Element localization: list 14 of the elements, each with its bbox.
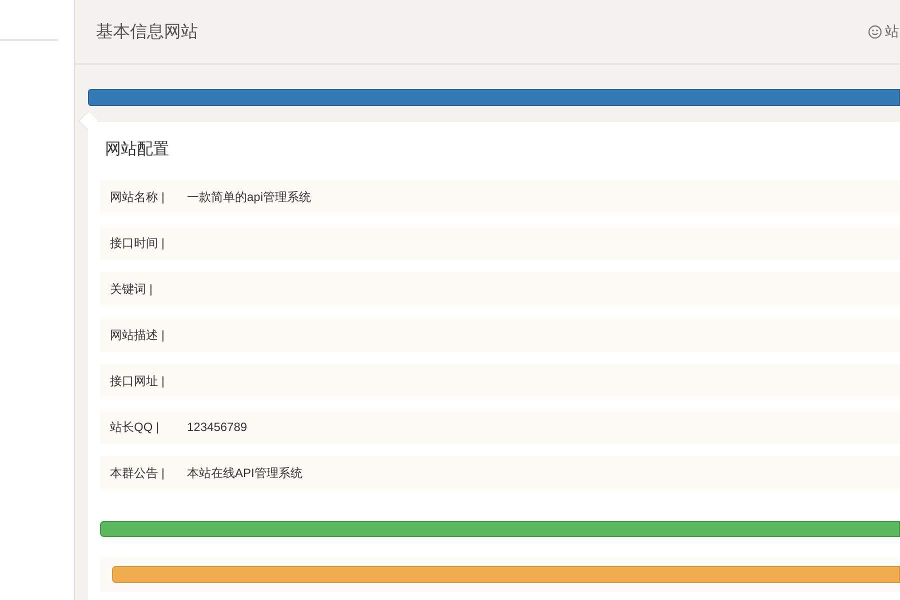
field-label: 本群公告 | xyxy=(110,465,166,482)
page-title: 基本信息网站 xyxy=(96,20,198,43)
field-label: 网站描述 | xyxy=(110,327,166,344)
field-label: 关键词 | xyxy=(110,281,154,298)
field-value: 本站在线API管理系统 xyxy=(187,465,302,482)
smiley-icon[interactable] xyxy=(868,24,882,38)
field-value: 123456789 xyxy=(187,419,248,436)
field-label: 接口网址 | xyxy=(110,373,166,390)
field-label: 接口时间 | xyxy=(110,235,166,252)
field-label: 网站名称 | xyxy=(110,189,166,206)
panel-title: 网站配置 xyxy=(104,140,170,160)
field-value: 一款简单的api管理系统 xyxy=(187,189,312,206)
user-label[interactable]: 站 xyxy=(885,21,899,42)
field-label: 站长QQ | xyxy=(110,419,160,436)
